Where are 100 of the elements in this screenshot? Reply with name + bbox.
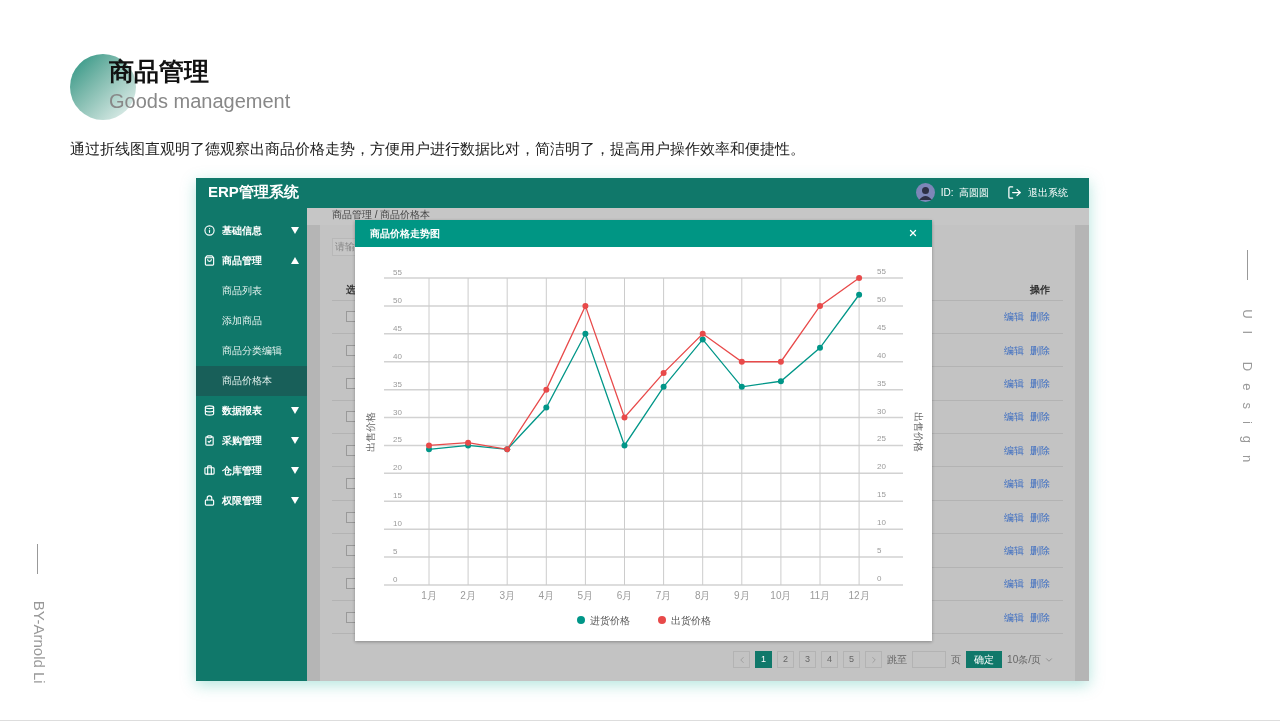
- logout-icon[interactable]: [1007, 185, 1022, 200]
- caret-down-icon: [291, 227, 299, 234]
- action-link[interactable]: 编辑: [1004, 609, 1024, 625]
- data-point[interactable]: [856, 291, 863, 298]
- side-label: UI Design: [1239, 309, 1257, 475]
- legend-label: 进货价格: [589, 613, 630, 628]
- data-point[interactable]: [543, 386, 550, 393]
- page-button[interactable]: 5: [843, 651, 861, 669]
- page-button[interactable]: 1: [755, 651, 773, 669]
- scrollbar[interactable]: [1075, 224, 1089, 681]
- axis-tick-label: 45: [393, 323, 402, 333]
- sidebar-item[interactable]: 权限管理: [196, 485, 307, 516]
- axis-tick-label: 0: [393, 574, 398, 584]
- action-link[interactable]: 编辑: [1004, 542, 1024, 558]
- caret-up-icon: [291, 257, 299, 264]
- sidebar-item[interactable]: 数据报表: [196, 395, 307, 426]
- action-link[interactable]: 删除: [1030, 609, 1050, 625]
- axis-tick-label: 40: [877, 350, 886, 360]
- axis-tick-label: 40: [393, 351, 402, 361]
- data-point[interactable]: [817, 344, 823, 351]
- axis-tick-label: 9月: [734, 589, 750, 601]
- sidebar-subitem[interactable]: 商品列表: [196, 275, 307, 306]
- data-point[interactable]: [621, 414, 628, 421]
- lock-icon: [204, 495, 215, 506]
- sidebar-item[interactable]: 基础信息: [196, 215, 307, 246]
- action-link[interactable]: 删除: [1030, 476, 1050, 492]
- axis-tick-label: 8月: [694, 589, 711, 601]
- action-link[interactable]: 删除: [1030, 442, 1050, 458]
- user-id: ID: 高圆圆: [940, 186, 989, 200]
- data-point[interactable]: [738, 358, 745, 365]
- sidebar-item[interactable]: 商品管理: [196, 245, 307, 276]
- axis-tick-label: 10: [393, 518, 402, 528]
- axis-tick-label: 2月: [460, 589, 476, 601]
- data-point[interactable]: [738, 383, 745, 390]
- action-link[interactable]: 删除: [1030, 342, 1050, 358]
- data-point[interactable]: [582, 302, 589, 309]
- data-point[interactable]: [777, 377, 784, 384]
- action-link[interactable]: 编辑: [1004, 342, 1024, 358]
- sidebar-subitem[interactable]: 商品价格本: [196, 365, 307, 396]
- axis-tick-label: 11月: [809, 589, 831, 601]
- data-point[interactable]: [660, 383, 667, 390]
- axis-tick-label: 1月: [421, 589, 437, 601]
- axis-tick-label: 30: [393, 407, 402, 417]
- jump-label: 跳至: [887, 653, 908, 668]
- axis-tick-label: 55: [393, 267, 402, 277]
- info-icon: [204, 225, 215, 236]
- action-link[interactable]: 编辑: [1004, 576, 1024, 592]
- confirm-button[interactable]: 确定: [966, 651, 1003, 669]
- action-link[interactable]: 删除: [1030, 375, 1050, 391]
- bag-icon: [204, 255, 215, 266]
- axis-tick-label: 5: [877, 545, 882, 555]
- data-point[interactable]: [856, 274, 863, 281]
- data-point[interactable]: [699, 335, 706, 342]
- axis-tick-label: 15: [393, 490, 402, 500]
- action-link[interactable]: 删除: [1030, 309, 1050, 325]
- axis-tick-label: 6月: [616, 589, 633, 601]
- action-link[interactable]: 编辑: [1004, 509, 1024, 525]
- page-button[interactable]: 3: [799, 651, 817, 669]
- sidebar-item[interactable]: 仓库管理: [196, 455, 307, 486]
- column-header: 操作: [1030, 283, 1050, 297]
- sidebar-item[interactable]: 采购管理: [196, 425, 307, 456]
- axis-tick-label: 55: [877, 266, 886, 276]
- page-size-select[interactable]: 10条/页: [1007, 652, 1054, 668]
- axis-tick-label: 12月: [848, 589, 870, 601]
- close-button[interactable]: [908, 228, 918, 238]
- axis-tick-label: 50: [877, 294, 886, 304]
- data-point[interactable]: [426, 441, 432, 448]
- action-link[interactable]: 编辑: [1004, 409, 1024, 425]
- action-link[interactable]: 删除: [1030, 576, 1050, 592]
- action-link[interactable]: 编辑: [1004, 442, 1024, 458]
- axis-tick-label: 20: [393, 462, 402, 472]
- data-point[interactable]: [621, 441, 628, 448]
- action-link[interactable]: 编辑: [1004, 476, 1024, 492]
- data-point[interactable]: [817, 302, 823, 309]
- sidebar-subitem[interactable]: 商品分类编辑: [196, 335, 307, 366]
- logout-link[interactable]: 退出系统: [1028, 185, 1068, 200]
- page-suffix: 页: [951, 653, 962, 668]
- caret-down-icon: [291, 407, 299, 414]
- app-title: ERP管理系统: [208, 182, 299, 203]
- data-point[interactable]: [777, 358, 784, 365]
- axis-tick-label: 25: [393, 434, 402, 444]
- action-link[interactable]: 删除: [1030, 542, 1050, 558]
- axis-tick-label: 25: [877, 433, 886, 443]
- axis-title: 出售价格: [365, 411, 376, 451]
- sidebar-subitem[interactable]: 添加商品: [196, 305, 307, 336]
- action-link[interactable]: 编辑: [1004, 309, 1024, 325]
- data-point[interactable]: [543, 404, 550, 410]
- axis-tick-label: 7月: [655, 589, 672, 601]
- page-button[interactable]: 4: [821, 651, 839, 669]
- action-link[interactable]: 编辑: [1004, 375, 1024, 391]
- caret-down-icon: [291, 437, 299, 444]
- action-link[interactable]: 删除: [1030, 409, 1050, 425]
- author-label: BY-Arnold Li: [29, 600, 49, 684]
- caret-down-icon: [291, 467, 299, 474]
- data-point[interactable]: [699, 330, 706, 337]
- data-point[interactable]: [660, 369, 667, 376]
- axis-tick-label: 10: [877, 517, 886, 527]
- page-button[interactable]: 2: [777, 651, 795, 669]
- data-point[interactable]: [582, 330, 589, 337]
- action-link[interactable]: 删除: [1030, 509, 1050, 525]
